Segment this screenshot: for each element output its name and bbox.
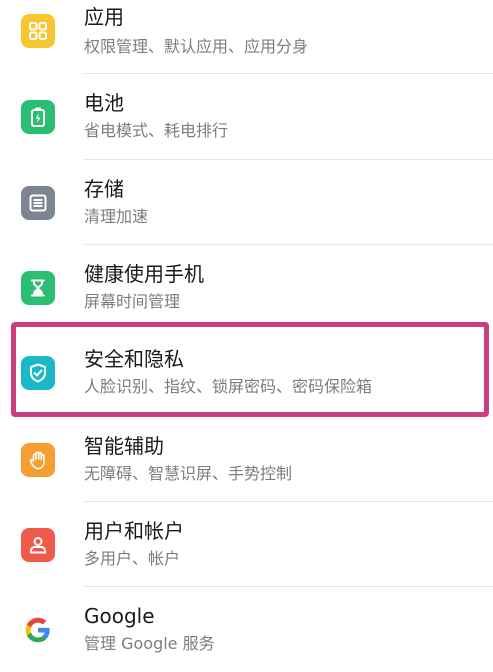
settings-item-title: 存储 — [84, 177, 124, 201]
settings-item-title: 用户和帐户 — [84, 519, 184, 543]
settings-item-title: 健康使用手机 — [84, 262, 204, 286]
settings-item-subtitle: 屏幕时间管理 — [84, 292, 181, 311]
settings-item-subtitle: 多用户、帐户 — [84, 549, 181, 568]
settings-item-security-privacy[interactable]: 安全和隐私 人脸识别、指纹、锁屏密码、密码保险箱 — [0, 330, 493, 415]
settings-item-apps[interactable]: 应用 权限管理、默认应用、应用分身 — [0, 0, 493, 73]
settings-item-title: Google — [84, 604, 155, 628]
settings-item-title: 安全和隐私 — [84, 347, 184, 371]
settings-item-subtitle: 人脸识别、指纹、锁屏密码、密码保险箱 — [84, 377, 373, 396]
settings-item-subtitle: 无障碍、智慧识屏、手势控制 — [84, 464, 293, 483]
hand-icon — [21, 442, 55, 477]
hourglass-icon — [21, 270, 55, 305]
settings-item-storage[interactable]: 存储 清理加速 — [0, 160, 493, 245]
google-icon — [21, 612, 55, 647]
settings-item-subtitle: 省电模式、耗电排行 — [84, 121, 229, 140]
shield-check-icon — [21, 355, 55, 390]
user-icon — [21, 527, 55, 562]
settings-item-title: 应用 — [84, 5, 124, 29]
settings-item-google[interactable]: Google 管理 Google 服务 — [0, 587, 493, 672]
settings-list: 应用 权限管理、默认应用、应用分身 电池 省电模式、耗电排行 存储 清理加速 健… — [0, 0, 493, 662]
settings-item-subtitle: 清理加速 — [84, 207, 149, 226]
apps-grid-icon — [21, 13, 55, 48]
settings-item-battery[interactable]: 电池 省电模式、耗电排行 — [0, 74, 493, 159]
settings-item-title: 电池 — [84, 91, 124, 115]
settings-item-accessibility[interactable]: 智能辅助 无障碍、智慧识屏、手势控制 — [0, 417, 493, 502]
settings-item-subtitle: 权限管理、默认应用、应用分身 — [84, 37, 309, 56]
battery-icon — [21, 99, 55, 134]
settings-item-title: 智能辅助 — [84, 434, 164, 458]
settings-item-digital-balance[interactable]: 健康使用手机 屏幕时间管理 — [0, 245, 493, 330]
storage-icon — [21, 185, 55, 220]
settings-item-users-accounts[interactable]: 用户和帐户 多用户、帐户 — [0, 502, 493, 587]
settings-item-subtitle: 管理 Google 服务 — [84, 634, 215, 653]
